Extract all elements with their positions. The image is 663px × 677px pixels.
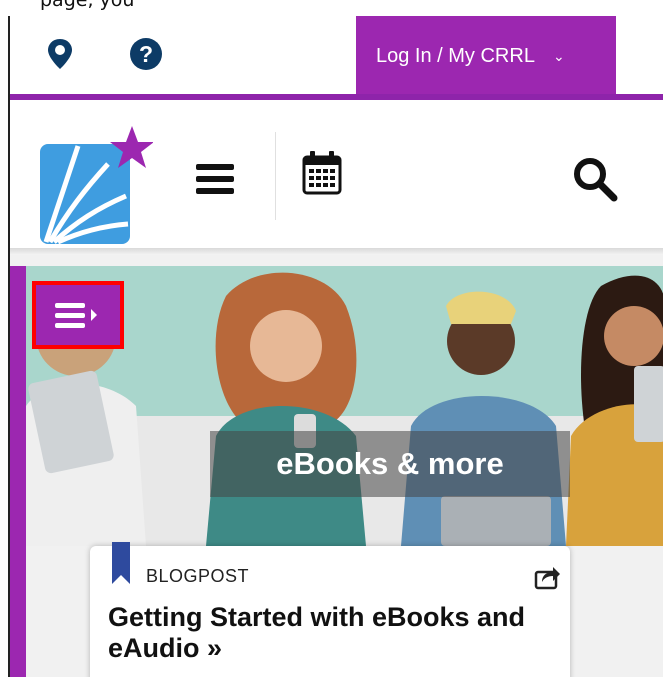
sidebar-menu-toggle-icon [55,303,97,328]
chevron-down-icon: ⌄ [552,47,565,64]
search-icon[interactable] [572,156,618,202]
blogpost-card[interactable]: BLOGPOST Getting Started with eBooks and… [90,542,570,677]
login-my-crrl-button[interactable]: Log In / My CRRL ⌄ [356,16,616,96]
mobile-viewport: ? Log In / My CRRL ⌄ eBooks & more BLOGP… [8,16,663,677]
share-icon[interactable] [534,564,560,590]
header-divider [275,132,276,220]
sidebar-toggle-button[interactable] [32,281,124,349]
utility-bar: ? Log In / My CRRL ⌄ [10,16,663,96]
svg-text:?: ? [139,41,153,67]
calendar-icon[interactable] [302,151,342,195]
hero-label[interactable]: eBooks & more [210,431,570,497]
caption-strip: page, you [0,0,663,16]
caption-text: page, you [40,0,135,11]
bookmark-icon [112,542,130,584]
card-title-link[interactable]: Getting Started with eBooks and eAudio » [108,602,548,664]
crrl-logo[interactable] [38,126,153,246]
help-circle-icon[interactable]: ? [128,36,164,72]
location-pin-icon[interactable] [42,36,78,72]
login-label: Log In / My CRRL [376,44,535,67]
sidebar-strip [10,266,26,677]
hamburger-menu-icon[interactable] [196,164,234,194]
card-type-label: BLOGPOST [146,566,250,586]
header-shadow [10,248,663,255]
